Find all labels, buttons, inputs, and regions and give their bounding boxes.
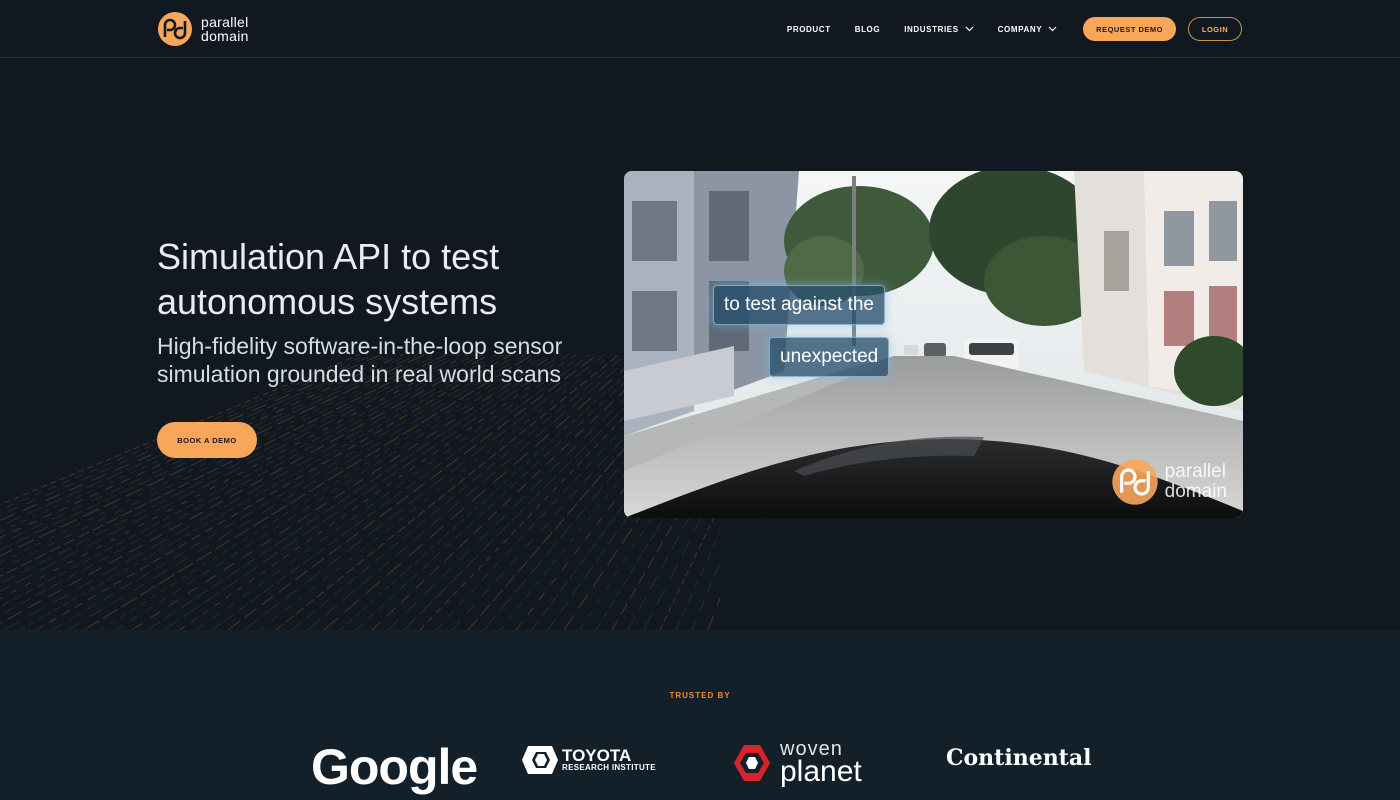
site-header: parallel domain PRODUCT BLOG INDUSTRIES …	[0, 0, 1400, 58]
nav-item-label: PRODUCT	[786, 24, 831, 34]
decorative-line	[0, 353, 390, 527]
decorative-line	[0, 353, 426, 557]
decorative-line	[323, 354, 642, 630]
nav-item-label: BLOG	[854, 24, 881, 34]
nav-item-company[interactable]: COMPANY	[998, 25, 1058, 34]
hero-title: Simulation API to test autonomous system…	[157, 236, 500, 322]
woven-line-2: planet	[780, 755, 862, 788]
decorative-line	[163, 354, 570, 630]
video-watermark: parallel domain	[1111, 458, 1227, 506]
watermark-line-1: parallel	[1164, 461, 1226, 482]
nav-item-product[interactable]: PRODUCT	[787, 25, 831, 34]
login-button[interactable]: LOGIN	[1188, 17, 1242, 41]
book-demo-button[interactable]: BOOK A DEMO	[157, 422, 257, 458]
decorative-line	[195, 354, 584, 630]
woven-planet-emblem-icon	[734, 745, 770, 781]
nav-item-label: INDUSTRIES	[904, 24, 959, 34]
main-nav: PRODUCT BLOG INDUSTRIES COMPANY REQUEST …	[787, 17, 1242, 41]
decorative-line	[0, 354, 440, 570]
decorative-line	[3, 354, 498, 630]
decorative-line	[0, 354, 483, 616]
decorative-line	[0, 353, 375, 516]
parallel-domain-logo-icon	[1112, 459, 1158, 505]
decorative-line	[19, 354, 505, 630]
logo-line-1: parallel	[201, 14, 249, 30]
nav-item-industries[interactable]: INDUSTRIES	[904, 24, 974, 34]
request-demo-button[interactable]: REQUEST DEMO	[1083, 17, 1176, 41]
decorative-line	[35, 354, 512, 630]
video-caption-line-1: to test against the	[713, 285, 885, 325]
hero-section: Simulation API to test autonomous system…	[0, 59, 1400, 630]
decorative-line	[307, 354, 634, 630]
decorative-line	[0, 354, 476, 608]
woven-planet-logo: woven planet	[732, 739, 862, 788]
decorative-line	[227, 354, 598, 630]
decorative-line	[0, 354, 462, 592]
decorative-line	[0, 353, 411, 544]
decorative-line	[67, 354, 526, 630]
nav-item-blog[interactable]: BLOG	[855, 25, 881, 34]
logo-line-2: domain	[201, 28, 249, 44]
decorative-line	[83, 354, 534, 630]
toyota-research-logo: TOYOTA RESEARCH INSTITUTE	[522, 744, 656, 776]
continental-logo: Continental	[946, 745, 1092, 771]
logo-wordmark: parallel domain	[201, 15, 249, 43]
toyota-line-2: RESEARCH INSTITUTE	[562, 762, 656, 772]
decorative-line	[0, 353, 382, 521]
video-watermark-text: parallel domain	[1165, 462, 1227, 502]
decorative-line	[291, 354, 627, 630]
google-logo: Google	[311, 739, 478, 795]
decorative-line	[0, 354, 447, 577]
decorative-line	[243, 354, 606, 630]
chevron-down-icon	[965, 26, 974, 32]
parallel-domain-logo-icon	[158, 12, 192, 46]
trusted-by-section: TRUSTED BY Google TOYOTA RESEARCH INSTIT…	[0, 630, 1400, 800]
decorative-line	[131, 354, 555, 630]
logo[interactable]: parallel domain	[157, 11, 249, 47]
trusted-by-label: TRUSTED BY	[669, 691, 731, 700]
video-caption-line-2: unexpected	[769, 337, 890, 377]
decorative-line	[275, 354, 620, 630]
toyota-emblem-icon	[522, 746, 558, 774]
hero-subtitle: High-fidelity software-in-the-loop senso…	[157, 333, 563, 387]
watermark-line-2: domain	[1164, 481, 1227, 502]
nav-item-label: COMPANY	[997, 24, 1043, 34]
toyota-line-1: TOYOTA	[562, 745, 632, 765]
chevron-down-icon	[1048, 26, 1057, 32]
hero-video[interactable]: to test against the unexpected parallel …	[624, 171, 1243, 518]
decorative-line	[339, 354, 649, 630]
